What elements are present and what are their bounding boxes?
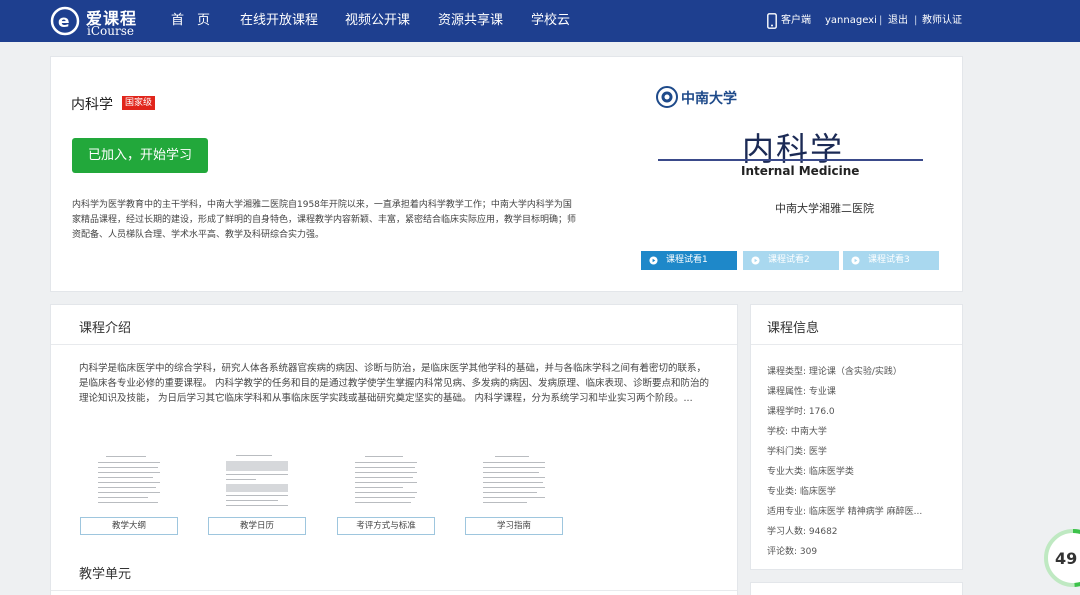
- trial-button-label: 课程试看3: [868, 255, 910, 265]
- teacher-auth-link[interactable]: 教师认证: [922, 0, 962, 42]
- course-title: 内科学: [71, 97, 113, 113]
- intro-divider: [51, 344, 737, 345]
- course-description: 内科学为医学教育中的主干学科，中南大学湘雅二医院自1958年开院以来，一直承担着…: [72, 200, 577, 240]
- nav-home[interactable]: 首 页: [171, 0, 210, 42]
- top-navbar: e 爱课程 iCourse 首 页 在线开放课程 视频公开课 资源共享课 学校云…: [0, 0, 1080, 42]
- document-thumbnail: [479, 450, 549, 512]
- nav-school-cloud[interactable]: 学校云: [531, 0, 570, 42]
- units-divider: [51, 590, 737, 591]
- separator: |: [879, 15, 883, 26]
- nav-shared-courses[interactable]: 资源共享课: [438, 0, 503, 42]
- start-learning-button[interactable]: 已加入，开始学习: [72, 138, 208, 173]
- info-applicable-majors: 适用专业: 临床医学 精神病学 麻醉医...: [767, 507, 923, 517]
- info-learner-count: 学习人数: 94682: [767, 527, 838, 537]
- info-course-hours: 课程学时: 176.0: [767, 407, 835, 417]
- document-thumbnail: [351, 450, 421, 512]
- cover-divider: [658, 159, 923, 161]
- nav-video-lectures[interactable]: 视频公开课: [345, 0, 410, 42]
- logout-link[interactable]: 退出: [888, 0, 908, 42]
- play-icon: [751, 256, 760, 265]
- university-name: 中南大学: [681, 91, 737, 107]
- phone-icon[interactable]: [767, 13, 777, 29]
- info-divider: [751, 344, 962, 345]
- username-link[interactable]: yannagexi: [825, 0, 877, 42]
- nav-open-courses[interactable]: 在线开放课程: [240, 0, 318, 42]
- info-major-class: 专业类: 临床医学: [767, 487, 836, 497]
- svg-text:e: e: [58, 12, 70, 32]
- info-discipline: 学科门类: 医学: [767, 447, 827, 457]
- university-seal-icon: [656, 86, 678, 108]
- cover-english-title: Internal Medicine: [741, 164, 860, 178]
- trial-button-2[interactable]: 课程试看2: [743, 251, 839, 270]
- doc-label: 教学大纲: [80, 517, 178, 535]
- cover-hospital: 中南大学湘雅二医院: [775, 202, 874, 215]
- national-level-badge: 国家级: [122, 96, 156, 110]
- trial-button-3[interactable]: 课程试看3: [843, 251, 939, 270]
- intro-text: 内科学是临床医学中的综合学科，研究人体各系统器官疾病的病因、诊断与防治，是临床医…: [79, 363, 710, 404]
- info-course-attribute: 课程属性: 专业课: [767, 387, 836, 397]
- trial-button-label: 课程试看2: [768, 255, 810, 265]
- play-icon: [851, 256, 860, 265]
- info-course-type: 课程类型: 理论课（含实验/实践）: [767, 367, 902, 377]
- next-info-panel: [750, 582, 963, 595]
- trial-button-1[interactable]: 课程试看1: [641, 251, 737, 270]
- doc-label: 考评方式与标准: [337, 517, 435, 535]
- logo-en-text: iCourse: [87, 24, 134, 38]
- icourse-logo[interactable]: e 爱课程 iCourse: [50, 4, 140, 38]
- trial-button-label: 课程试看1: [666, 255, 708, 265]
- units-heading: 教学单元: [79, 567, 132, 582]
- play-icon: [649, 256, 658, 265]
- doc-label: 学习指南: [465, 517, 563, 535]
- doc-label: 教学日历: [208, 517, 306, 535]
- info-heading: 课程信息: [767, 321, 820, 336]
- document-thumbnail: [222, 450, 292, 512]
- info-major-category: 专业大类: 临床医学类: [767, 467, 854, 477]
- logo-e-icon: e: [50, 6, 80, 36]
- document-thumbnail: [94, 450, 164, 512]
- client-link[interactable]: 客户端: [781, 0, 811, 42]
- progress-percent: 49: [1055, 549, 1078, 568]
- intro-heading: 课程介绍: [79, 321, 132, 336]
- separator: |: [914, 15, 918, 26]
- info-comment-count: 评论数: 309: [767, 547, 818, 557]
- info-school: 学校: 中南大学: [767, 427, 827, 437]
